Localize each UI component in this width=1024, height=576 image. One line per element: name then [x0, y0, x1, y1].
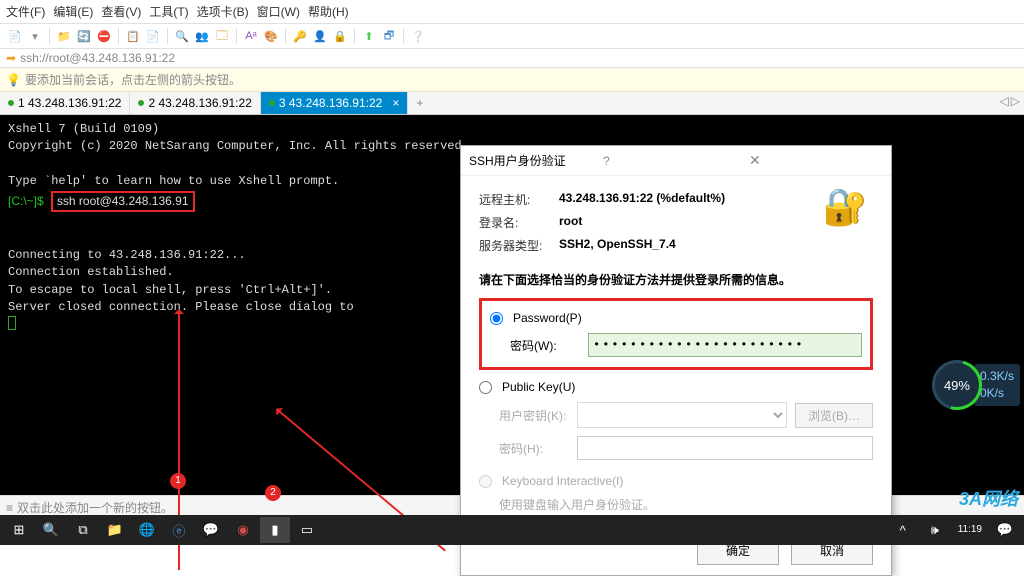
bulb-icon: 💡 [6, 73, 21, 87]
password-field-label: 密码(W): [510, 337, 580, 354]
term-line: Xshell 7 (Build 0109) [8, 121, 1016, 138]
font-icon[interactable]: Aᵃ [242, 27, 260, 45]
publickey-radio[interactable] [479, 381, 492, 394]
app-icon[interactable]: ◉ [228, 517, 258, 543]
keyboard-radio [479, 475, 492, 488]
server-type-value: SSH2, OpenSSH_7.4 [559, 237, 676, 254]
hint-text: 要添加当前会话，点击左侧的箭头按钮。 [25, 71, 241, 88]
menu-tool[interactable]: 工具(T) [149, 3, 188, 20]
taskview-icon[interactable]: ⧉ [68, 517, 98, 543]
bottom-hint-text: 双击此处添加一个新的按钮。 [17, 499, 173, 516]
term-cmd-highlight: ssh root@43.248.136.91 [51, 191, 195, 212]
menu-view[interactable]: 查看(V) [101, 3, 141, 20]
tab-bar: 1 43.248.136.91:22 2 43.248.136.91:22 3 … [0, 92, 1024, 115]
paste-icon[interactable]: 📄 [144, 27, 162, 45]
speed-gauge: 49% 0.3K/s0K/s [932, 360, 1020, 410]
dialog-help-icon[interactable]: ? [603, 154, 737, 168]
start-button[interactable]: ⊞ [4, 517, 34, 543]
app2-icon[interactable]: ▭ [292, 517, 322, 543]
dialog-close-icon[interactable]: ✕ [749, 152, 883, 169]
toolbar: 📄 ▾ 📁 🔄 ⛔ 📋 📄 🔍 👥 🗔 Aᵃ 🎨 🔑 👤 🔒 ⬆ 🗗 ❔ [0, 24, 1024, 49]
menu-edit[interactable]: 编辑(E) [53, 3, 93, 20]
keyboard-hint: 使用键盘输入用户身份验证。 [479, 496, 873, 513]
password-option-highlight: Password(P) 密码(W): [479, 298, 873, 370]
reconnect-icon[interactable]: 🔄 [75, 27, 93, 45]
terminal-cursor [8, 316, 16, 330]
password-radio[interactable] [490, 312, 503, 325]
keyboard-radio-label: Keyboard Interactive(I) [502, 474, 623, 488]
dropdown-icon[interactable]: ▾ [26, 27, 44, 45]
transfer-icon[interactable]: ⬆ [360, 27, 378, 45]
window-icon[interactable]: 🗗 [380, 27, 398, 45]
menu-file[interactable]: 文件(F) [6, 3, 45, 20]
explorer-icon[interactable]: 📁 [100, 517, 130, 543]
tab-3[interactable]: 3 43.248.136.91:22× [261, 92, 408, 114]
dialog-title-text: SSH用户身份验证 [469, 152, 603, 169]
login-label: 登录名: [479, 214, 559, 231]
tray-icon[interactable]: 🕪 [920, 517, 950, 543]
dialog-instruction: 请在下面选择恰当的身份验证方法并提供登录所需的信息。 [479, 271, 873, 288]
watermark: 3A网络 [959, 485, 1018, 511]
tray-up-icon[interactable]: ^ [888, 517, 918, 543]
arrow-icon[interactable]: ➡ [6, 51, 16, 65]
notif-icon[interactable]: 💬 [990, 517, 1020, 543]
ssh-auth-dialog: SSH用户身份验证 ? ✕ 🔐 远程主机:43.248.136.91:22 (%… [460, 145, 892, 576]
color-icon[interactable]: 🎨 [262, 27, 280, 45]
hint-bar: 💡 要添加当前会话，点击左侧的箭头按钮。 [0, 68, 1024, 92]
chrome-icon[interactable]: 🌐 [132, 517, 162, 543]
password-radio-label: Password(P) [513, 311, 582, 325]
search-task-icon[interactable]: 🔍 [36, 517, 66, 543]
pk-password-label: 密码(H): [499, 440, 569, 457]
open-icon[interactable]: 📁 [55, 27, 73, 45]
gauge-percent: 49% [932, 360, 982, 410]
login-value: root [559, 214, 582, 231]
key-icon[interactable]: 🔑 [291, 27, 309, 45]
address-text[interactable]: ssh://root@43.248.136.91:22 [20, 51, 1018, 65]
menu-window[interactable]: 窗口(W) [257, 3, 300, 20]
search-icon[interactable]: 🔍 [173, 27, 191, 45]
server-type-label: 服务器类型: [479, 237, 559, 254]
users-icon[interactable]: 👤 [311, 27, 329, 45]
tab-prev-icon[interactable]: ◁ [1000, 94, 1009, 112]
disconnect-icon[interactable]: ⛔ [95, 27, 113, 45]
pk-password-input [577, 436, 873, 460]
keys-icon: 🔐 [819, 181, 871, 233]
help-icon[interactable]: ❔ [409, 27, 427, 45]
wechat-icon[interactable]: 💬 [196, 517, 226, 543]
userkey-select [577, 402, 787, 428]
remote-host-value: 43.248.136.91:22 (%default%) [559, 191, 725, 208]
term-prompt: [C:\~]$ [8, 194, 44, 208]
password-input[interactable] [588, 333, 862, 357]
grip-icon[interactable]: ≡ [6, 501, 13, 515]
annotation-badge-2: 2 [265, 485, 281, 501]
tab-close-icon[interactable]: × [392, 96, 399, 110]
lock-icon[interactable]: 🔒 [331, 27, 349, 45]
publickey-radio-label: Public Key(U) [502, 380, 575, 394]
copy-icon[interactable]: 📋 [124, 27, 142, 45]
menu-tab[interactable]: 选项卡(B) [197, 3, 249, 20]
tab-2[interactable]: 2 43.248.136.91:22 [130, 92, 260, 114]
taskbar-clock[interactable]: 11:19 [952, 524, 988, 536]
taskbar: ⊞ 🔍 ⧉ 📁 🌐 ⓔ 💬 ◉ ▮ ▭ ^ 🕪 11:19 💬 [0, 515, 1024, 545]
tab-1[interactable]: 1 43.248.136.91:22 [0, 92, 130, 114]
tab-add-button[interactable]: + [408, 92, 431, 114]
remote-host-label: 远程主机: [479, 191, 559, 208]
terminal-icon[interactable]: 🗔 [213, 27, 231, 45]
dialog-titlebar[interactable]: SSH用户身份验证 ? ✕ [461, 146, 891, 176]
menu-help[interactable]: 帮助(H) [308, 3, 349, 20]
browse-button: 浏览(B)… [795, 403, 873, 428]
menu-bar: 文件(F) 编辑(E) 查看(V) 工具(T) 选项卡(B) 窗口(W) 帮助(… [0, 0, 1024, 24]
address-bar: ➡ ssh://root@43.248.136.91:22 [0, 49, 1024, 68]
userkey-label: 用户密钥(K): [499, 407, 569, 424]
new-session-icon[interactable]: 📄 [6, 27, 24, 45]
tab-next-icon[interactable]: ▷ [1011, 94, 1020, 112]
people-icon[interactable]: 👥 [193, 27, 211, 45]
edge-icon[interactable]: ⓔ [164, 517, 194, 543]
xshell-icon[interactable]: ▮ [260, 517, 290, 543]
annotation-badge-1: 1 [170, 473, 186, 489]
